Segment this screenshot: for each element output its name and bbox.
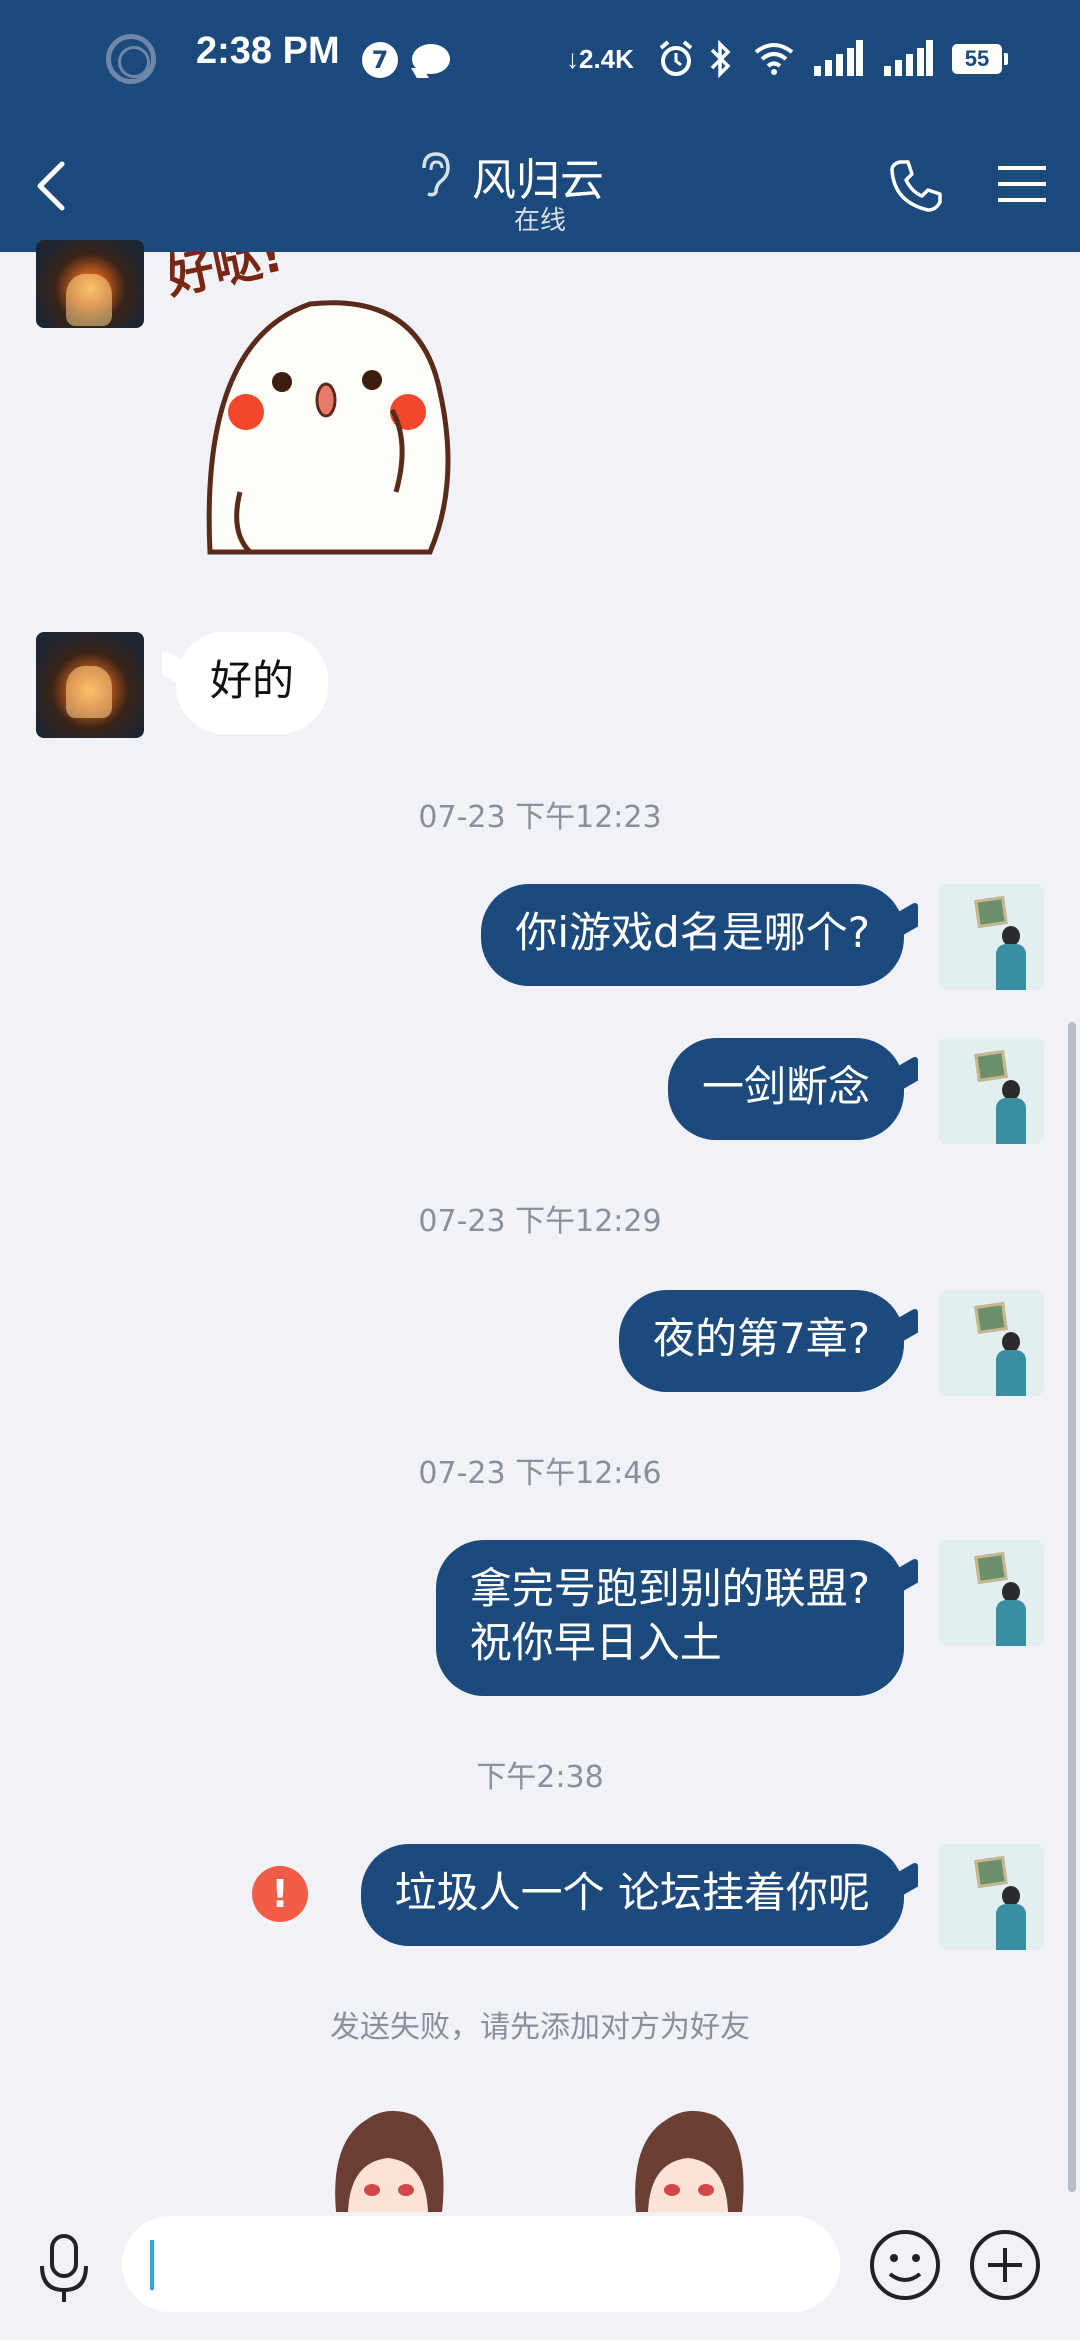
top-bar: 2:38 PM 7 ↓2.4K 55 风归云 在线: [0, 0, 1080, 252]
menu-icon[interactable]: [996, 162, 1048, 206]
scrollbar[interactable]: [1068, 1022, 1076, 2192]
user-avatar[interactable]: [938, 1038, 1044, 1144]
avatar-person-head: [1002, 1886, 1020, 1906]
bluetooth-icon: [710, 39, 731, 79]
contact-avatar[interactable]: [36, 240, 144, 328]
avatar-picture-frame: [974, 1552, 1008, 1584]
outgoing-message-bubble[interactable]: 夜的第7章?: [618, 1290, 904, 1392]
avatar-person-head: [1002, 1582, 1020, 1602]
avatar-person-body: [996, 1350, 1026, 1396]
avatar-person-head: [1002, 1332, 1020, 1352]
status-bar: 2:38 PM 7 ↓2.4K 55: [0, 0, 1080, 120]
battery-indicator: 55: [952, 44, 1008, 74]
input-bar: [0, 2212, 1080, 2340]
alarm-icon: [659, 40, 693, 76]
outgoing-message-bubble[interactable]: 拿完号跑到别的联盟? 祝你早日入土: [435, 1540, 904, 1696]
message-line: 祝你早日入土: [469, 1618, 722, 1667]
outgoing-message-bubble[interactable]: 一剑断念: [667, 1038, 904, 1140]
sticker-caption: 好哒!: [170, 252, 288, 306]
sticker-image: 好哒!: [160, 226, 451, 555]
ear-icon[interactable]: [418, 150, 454, 198]
avatar-person-body: [996, 944, 1026, 990]
signal-strength-icon: [814, 40, 863, 76]
message-line: 拿完号跑到别的联盟?: [469, 1564, 870, 1613]
chat-header: 风归云 在线: [0, 120, 1080, 252]
outgoing-message-bubble-failed[interactable]: 垃圾人一个 论坛挂着你呢: [360, 1844, 904, 1946]
error-icon[interactable]: !: [252, 1866, 308, 1922]
app-ring-icon: [106, 34, 156, 84]
outgoing-message-bubble[interactable]: 你i游戏d名是哪个?: [481, 884, 904, 986]
message-timestamp: 07-23 下午12:29: [418, 1204, 662, 1239]
emoji-icon[interactable]: [868, 2228, 942, 2302]
contact-name: 风归云: [472, 155, 604, 206]
plus-icon[interactable]: [968, 2228, 1042, 2302]
status-time: 2:38 PM: [196, 30, 340, 72]
avatar-picture-frame: [974, 1856, 1008, 1888]
avatar-person-body: [996, 1904, 1026, 1950]
contact-avatar[interactable]: [36, 632, 144, 738]
user-avatar[interactable]: [938, 1844, 1044, 1950]
avatar-person-head: [1002, 926, 1020, 946]
phone-icon[interactable]: [888, 158, 944, 214]
chibi-character-image: [335, 2110, 444, 2212]
user-avatar[interactable]: [938, 1540, 1044, 1646]
user-avatar[interactable]: [938, 884, 1044, 990]
user-avatar[interactable]: [938, 1290, 1044, 1396]
net-speed: ↓2.4K: [566, 44, 634, 75]
message-timestamp: 07-23 下午12:23: [418, 800, 662, 835]
message-timestamp: 下午2:38: [476, 1760, 604, 1795]
avatar-picture-frame: [974, 1050, 1008, 1082]
message-input[interactable]: [122, 2216, 840, 2312]
send-failed-notice: 发送失败，请先添加对方为好友: [330, 2010, 750, 2045]
notification-count-badge: 7: [362, 42, 398, 78]
avatar-picture-frame: [974, 1302, 1008, 1334]
avatar-person-body: [996, 1600, 1026, 1646]
incoming-message-bubble[interactable]: 好的: [176, 632, 329, 734]
text-caret: [150, 2240, 154, 2290]
chibi-character-image: [635, 2110, 744, 2212]
avatar-person-body: [996, 1098, 1026, 1144]
wifi-icon: [754, 43, 794, 75]
avatar-picture-frame: [974, 896, 1008, 928]
sticker-message[interactable]: 好哒!: [160, 226, 470, 572]
mic-icon[interactable]: [36, 2232, 92, 2306]
signal-strength-2-icon: [884, 40, 933, 76]
net-speed-value: 2.4K: [579, 44, 634, 74]
avatar-person-head: [1002, 1080, 1020, 1100]
download-arrow-icon: ↓: [566, 44, 579, 74]
message-list[interactable]: 好哒! 好的 07-23 下午12:23 你i游戏d名是哪个? 一剑断念 07-…: [0, 226, 1080, 2212]
message-timestamp: 07-23 下午12:46: [418, 1456, 662, 1491]
message-notification-icon: [412, 44, 450, 74]
